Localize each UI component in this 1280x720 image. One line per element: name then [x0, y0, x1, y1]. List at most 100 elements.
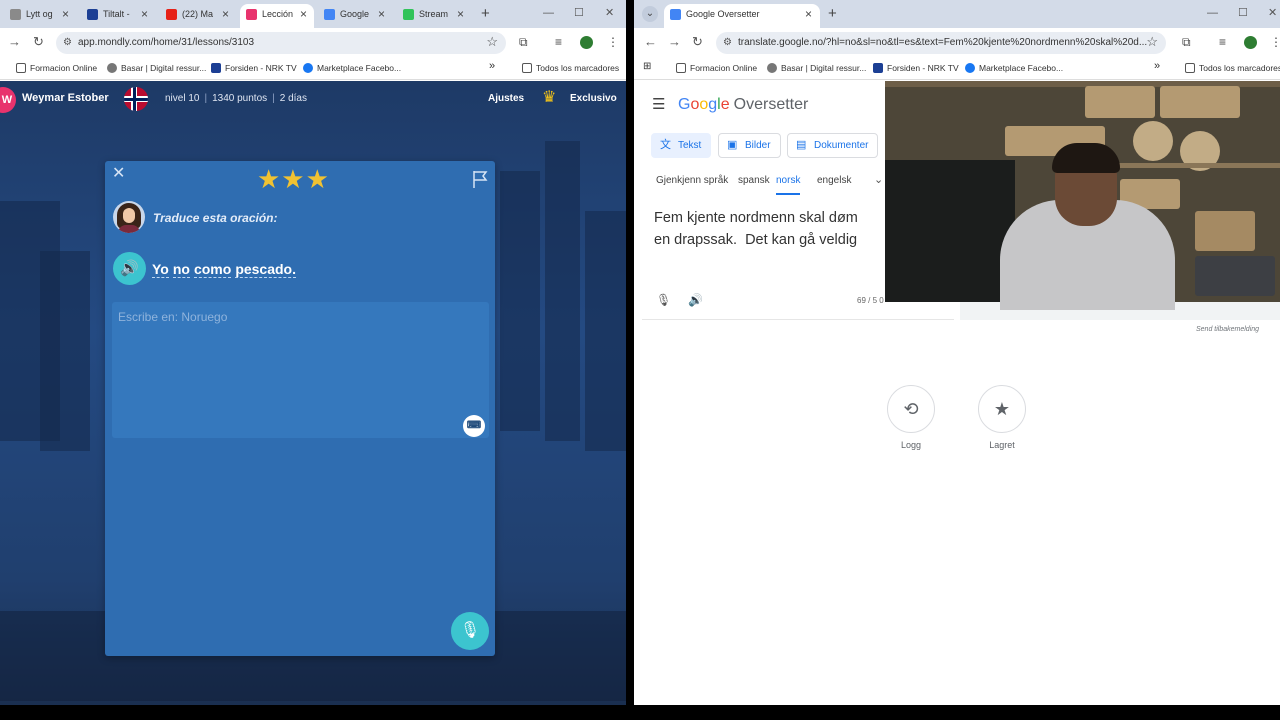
maximize-icon[interactable]: ☐ — [574, 7, 584, 19]
image-icon: ▣ — [727, 139, 738, 151]
close-tab-icon[interactable]: × — [62, 8, 69, 20]
tab-google[interactable]: Google × — [318, 4, 392, 28]
kick-icon — [403, 9, 414, 20]
extensions-icon[interactable]: ⧉ — [1182, 35, 1191, 49]
bookmark-formacion[interactable]: Formacion Online — [16, 62, 97, 74]
profile-icon[interactable] — [1244, 36, 1257, 49]
reload-icon[interactable]: ↻ — [692, 34, 703, 50]
tab-tiltalt[interactable]: Tiltalt - × — [81, 4, 153, 28]
all-bookmarks[interactable]: Todos los marcadores — [1185, 62, 1280, 74]
all-bookmarks[interactable]: Todos los marcadores — [522, 62, 619, 74]
bookmark-basar[interactable]: Basar | Digital ressur... — [107, 62, 206, 74]
reload-icon[interactable]: ↻ — [33, 34, 44, 50]
url-input[interactable]: ⚙ translate.google.no/?hl=no&sl=no&tl=es&… — [716, 32, 1166, 54]
site-info-icon[interactable]: ⚙ — [63, 32, 72, 54]
facebook-icon — [965, 63, 975, 73]
new-tab-button[interactable]: + — [481, 4, 490, 24]
chevron-down-icon[interactable]: ⌄ — [874, 173, 883, 186]
report-flag-icon[interactable] — [471, 169, 489, 189]
close-icon[interactable]: ✕ — [112, 166, 125, 182]
lang-detect[interactable]: Gjenkjenn språk — [656, 175, 728, 186]
user-name[interactable]: Weymar Estober — [22, 92, 109, 104]
minimize-icon[interactable]: — — [1207, 7, 1218, 19]
tab-lytt[interactable]: Lytt og × — [4, 4, 76, 28]
maximize-icon[interactable]: ☐ — [1238, 7, 1248, 19]
media-icon[interactable]: ≡ — [555, 35, 562, 49]
site-info-icon[interactable]: ⚙ — [723, 32, 732, 54]
streak-label: 2 días — [279, 93, 307, 104]
bookmark-star-icon[interactable]: ☆ — [486, 32, 498, 53]
tab-images[interactable]: ▣ Bilder — [718, 133, 781, 158]
bookmark-marketplace[interactable]: Marketplace Facebo... — [303, 62, 401, 74]
close-tab-icon[interactable]: × — [378, 8, 385, 20]
globe-icon — [107, 63, 117, 73]
menu-icon[interactable]: ⋮ — [607, 35, 619, 49]
word[interactable]: no — [172, 261, 190, 278]
microphone-button[interactable]: 🎙 — [451, 612, 489, 650]
tab-search-icon[interactable]: ⌄ — [642, 6, 658, 22]
avatar[interactable]: W — [0, 87, 16, 113]
facebook-icon — [303, 63, 313, 73]
lang-spanish[interactable]: spansk — [738, 175, 770, 186]
media-icon[interactable]: ≡ — [1219, 35, 1226, 49]
bookmark-nrk[interactable]: Forsiden - NRK TV — [873, 62, 959, 74]
url-input[interactable]: ⚙ app.mondly.com/home/31/lessons/3103 ☆ — [56, 32, 506, 54]
minimize-icon[interactable]: — — [543, 7, 554, 19]
level-label: nivel 10 — [165, 93, 200, 104]
word[interactable]: como — [193, 261, 232, 278]
speaker-icon[interactable]: 🔊 — [113, 252, 146, 285]
microphone-icon[interactable]: 🎙 — [656, 293, 671, 307]
bookmark-star-icon[interactable]: ☆ — [1146, 32, 1158, 53]
tab-documents[interactable]: ▤ Dokumenter — [787, 133, 879, 158]
close-tab-icon[interactable]: × — [457, 8, 464, 20]
feedback-link[interactable]: Send tilbakemelding — [1196, 326, 1259, 333]
bookmark-formacion[interactable]: Formacion Online — [676, 62, 757, 74]
bookmarks-bar: Formacion Online Basar | Digital ressur.… — [0, 58, 626, 80]
tab-text[interactable]: 文 Tekst — [651, 133, 712, 158]
crown-icon[interactable]: ♛ — [542, 90, 556, 106]
address-bar-row: ← → ↻ ⚙ translate.google.no/?hl=no&sl=no&… — [634, 28, 1280, 58]
close-tab-icon[interactable]: × — [805, 8, 812, 20]
keyboard-icon[interactable]: ⌨ — [463, 415, 485, 437]
tab-stream[interactable]: Stream × — [397, 4, 471, 28]
extensions-icon[interactable]: ⧉ — [519, 35, 528, 49]
forward-icon[interactable]: → — [8, 34, 21, 50]
shelf-box — [1160, 86, 1240, 118]
shelf-box — [1085, 86, 1155, 118]
tab-google-translate[interactable]: Google Oversetter × — [664, 4, 820, 28]
word[interactable]: pescado. — [235, 261, 297, 278]
bookmark-marketplace[interactable]: Marketplace Facebo... — [965, 62, 1063, 74]
profile-icon[interactable] — [580, 36, 593, 49]
lang-english[interactable]: engelsk — [817, 175, 851, 186]
forward-icon[interactable]: → — [668, 34, 681, 50]
norway-flag-icon[interactable] — [124, 87, 148, 111]
close-tab-icon[interactable]: × — [300, 8, 307, 20]
apps-icon[interactable]: ⊞ — [643, 61, 651, 73]
bookmark-nrk[interactable]: Forsiden - NRK TV — [211, 62, 297, 74]
more-bookmarks-icon[interactable]: » — [489, 60, 495, 72]
close-tab-icon[interactable]: × — [222, 8, 229, 20]
saved-button[interactable]: ★ — [978, 385, 1026, 433]
answer-input[interactable] — [112, 302, 489, 438]
bookmark-basar[interactable]: Basar | Digital ressur... — [767, 62, 866, 74]
close-window-icon[interactable]: ✕ — [1268, 7, 1277, 19]
history-button[interactable]: ⟲ — [887, 385, 935, 433]
close-window-icon[interactable]: ✕ — [605, 7, 614, 19]
lang-norwegian[interactable]: norsk — [776, 175, 801, 195]
hamburger-menu-icon[interactable]: ☰ — [652, 97, 665, 113]
exclusive-link[interactable]: Exclusivo — [570, 93, 617, 104]
tab-leccion[interactable]: Lección × — [240, 4, 314, 28]
new-tab-button[interactable]: + — [828, 4, 837, 24]
globe-icon — [10, 9, 21, 20]
settings-link[interactable]: Ajustes — [488, 93, 524, 104]
back-icon[interactable]: ← — [644, 34, 657, 50]
google-translate-logo[interactable]: Google Oversetter — [678, 96, 808, 114]
close-tab-icon[interactable]: × — [141, 8, 148, 20]
city-silhouette — [40, 251, 90, 451]
speaker-icon[interactable]: 🔊 — [688, 293, 703, 307]
menu-icon[interactable]: ⋮ — [1270, 35, 1280, 49]
tab-youtube[interactable]: (22) Ma × — [160, 4, 236, 28]
more-bookmarks-icon[interactable]: » — [1154, 60, 1160, 72]
word[interactable]: Yo — [152, 261, 169, 278]
folder-icon — [16, 63, 26, 73]
